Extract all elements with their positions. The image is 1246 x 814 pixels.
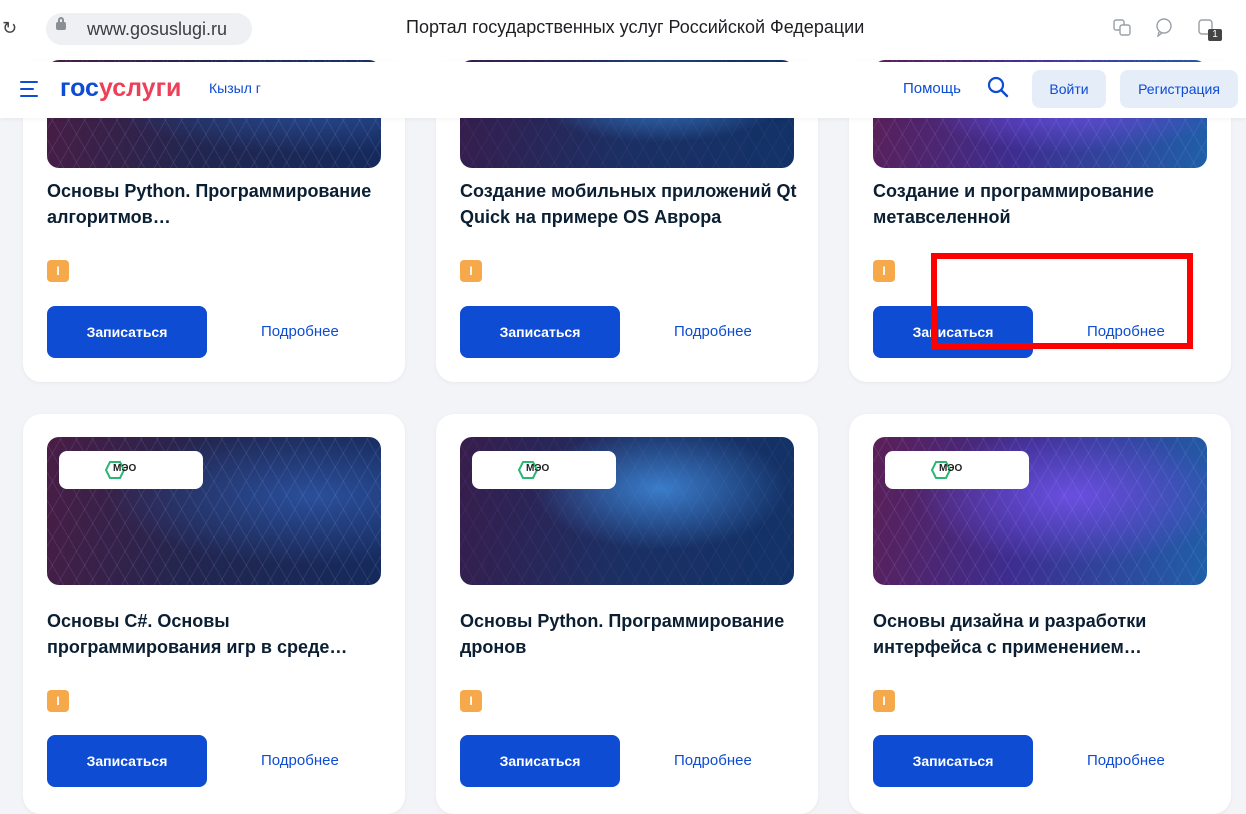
browser-page-title: Портал государственных услуг Российской …	[406, 17, 865, 37]
course-image[interactable]: МЭО	[873, 437, 1207, 585]
translate-icon[interactable]	[1112, 17, 1132, 37]
provider-logo: МЭО	[59, 451, 203, 489]
enroll-button[interactable]: Записаться	[460, 735, 620, 787]
provider-logo: МЭО	[885, 451, 1029, 489]
course-title[interactable]: Основы C#. Основы программирования игр в…	[47, 608, 387, 660]
level-badge: I	[873, 690, 895, 712]
details-link[interactable]: Подробнее	[261, 323, 339, 340]
login-button[interactable]: Войти	[1032, 70, 1106, 108]
enroll-button[interactable]: Записаться	[873, 735, 1033, 787]
enroll-button[interactable]: Записаться	[47, 735, 207, 787]
course-card: МЭО Основы C#. Основы программирования и…	[23, 414, 405, 814]
search-icon[interactable]	[987, 76, 1009, 98]
enroll-button[interactable]: Записаться	[460, 306, 620, 358]
enroll-button[interactable]: Записаться	[873, 306, 1033, 358]
address-bar[interactable]: www.gosuslugi.ru	[46, 13, 252, 45]
course-card: МЭО Основы Python. Программирование дрон…	[436, 414, 818, 814]
site-header: госуслуги Кызыл г Помощь Войти Регистрац…	[0, 62, 1246, 118]
enroll-button[interactable]: Записаться	[47, 306, 207, 358]
course-image[interactable]: МЭО	[47, 437, 381, 585]
details-link[interactable]: Подробнее	[261, 752, 339, 769]
level-badge: I	[460, 260, 482, 282]
course-title[interactable]: Создание мобильных приложений Qt Quick н…	[460, 178, 800, 230]
reload-icon[interactable]: ↻	[2, 18, 17, 39]
course-title[interactable]: Создание и программирование метавселенно…	[873, 178, 1213, 230]
provider-logo: МЭО	[472, 451, 616, 489]
browser-toolbar: ↻ www.gosuslugi.ru Портал государственны…	[0, 0, 1246, 63]
tabs-icon[interactable]: 1	[1196, 17, 1222, 41]
course-card: МЭО Основы дизайна и разработки интерфей…	[849, 414, 1231, 814]
gosuslugi-logo[interactable]: госуслуги	[60, 74, 181, 103]
tab-count-badge: 1	[1208, 29, 1222, 41]
level-badge: I	[460, 690, 482, 712]
details-link[interactable]: Подробнее	[674, 323, 752, 340]
course-title[interactable]: Основы Python. Программирование алгоритм…	[47, 178, 387, 230]
details-link[interactable]: Подробнее	[1087, 752, 1165, 769]
register-button[interactable]: Регистрация	[1120, 70, 1238, 108]
address-bar-url: www.gosuslugi.ru	[87, 19, 228, 39]
browser-actions: 1	[1112, 17, 1222, 41]
level-badge: I	[873, 260, 895, 282]
course-image[interactable]: МЭО	[460, 437, 794, 585]
course-title[interactable]: Основы Python. Программирование дронов	[460, 608, 800, 660]
lock-icon	[56, 17, 66, 30]
chat-icon[interactable]	[1154, 17, 1174, 38]
details-link[interactable]: Подробнее	[1087, 323, 1165, 340]
course-title[interactable]: Основы дизайна и разработки интерфейса с…	[873, 608, 1213, 660]
level-badge: I	[47, 260, 69, 282]
level-badge: I	[47, 690, 69, 712]
help-link[interactable]: Помощь	[903, 80, 961, 97]
details-link[interactable]: Подробнее	[674, 752, 752, 769]
location-selector[interactable]: Кызыл г	[209, 80, 261, 96]
menu-icon[interactable]	[20, 81, 38, 97]
